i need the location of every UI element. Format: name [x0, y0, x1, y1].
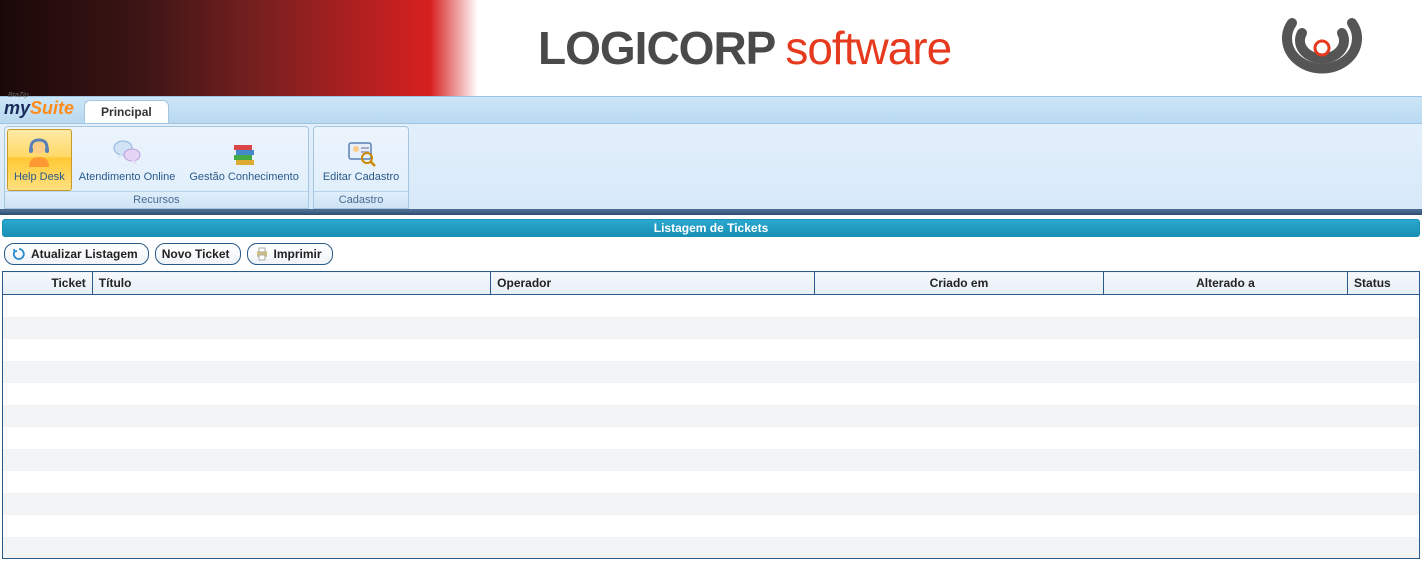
col-header-titulo[interactable]: Título: [92, 272, 490, 295]
id-card-search-icon: [345, 137, 377, 169]
ribbon-group-recursos: Help Desk Atendimento Online Ges: [4, 126, 309, 209]
table-row[interactable]: [3, 493, 1420, 515]
ribbon-separator: [0, 211, 1422, 215]
atualizar-listagem-button[interactable]: Atualizar Listagem: [4, 243, 149, 265]
editar-cadastro-button[interactable]: Editar Cadastro: [316, 129, 406, 191]
books-icon: [228, 137, 260, 169]
gestao-conhecimento-button[interactable]: Gestão Conhecimento: [182, 129, 305, 191]
atendimento-online-button[interactable]: Atendimento Online: [72, 129, 183, 191]
table-row[interactable]: [3, 339, 1420, 361]
refresh-icon: [11, 246, 27, 262]
col-header-status[interactable]: Status: [1348, 272, 1420, 295]
imprimir-button[interactable]: Imprimir: [247, 243, 333, 265]
table-header-row: Ticket Título Operador Criado em Alterad…: [3, 272, 1420, 295]
table-row[interactable]: [3, 317, 1420, 339]
toolbar: Atualizar Listagem Novo Ticket Imprimir: [0, 241, 1422, 271]
suite-logo: BraZip mySuite: [4, 94, 74, 119]
table-row[interactable]: [3, 515, 1420, 537]
col-header-ticket[interactable]: Ticket: [3, 272, 93, 295]
col-header-criado[interactable]: Criado em: [814, 272, 1103, 295]
novo-ticket-button[interactable]: Novo Ticket: [155, 243, 241, 265]
section-title-bar: Listagem de Tickets: [2, 219, 1420, 237]
ribbon: Help Desk Atendimento Online Ges: [0, 124, 1422, 211]
banner-brand-area: LOGICORPsoftware: [478, 0, 1422, 96]
table-row[interactable]: [3, 295, 1420, 317]
headset-person-icon: [23, 137, 55, 169]
chat-bubbles-icon: [111, 137, 143, 169]
table-row[interactable]: [3, 405, 1420, 427]
app-bar: BraZip mySuite Principal: [0, 96, 1422, 124]
top-banner: LOGICORPsoftware: [0, 0, 1422, 96]
tickets-table: Ticket Título Operador Criado em Alterad…: [2, 271, 1420, 559]
banner-red-gradient: [0, 0, 478, 96]
target-logo-icon: [1252, 8, 1392, 88]
col-header-alterado[interactable]: Alterado a: [1103, 272, 1347, 295]
brand-text: LOGICORPsoftware: [538, 21, 951, 75]
table-row[interactable]: [3, 537, 1420, 559]
table-row[interactable]: [3, 383, 1420, 405]
table-row[interactable]: [3, 427, 1420, 449]
table-row[interactable]: [3, 449, 1420, 471]
ribbon-group-label-cadastro: Cadastro: [314, 191, 408, 208]
table-row[interactable]: [3, 361, 1420, 383]
table-row[interactable]: [3, 471, 1420, 493]
col-header-operador[interactable]: Operador: [491, 272, 815, 295]
ribbon-group-cadastro: Editar Cadastro Cadastro: [313, 126, 409, 209]
tab-principal[interactable]: Principal: [84, 100, 169, 123]
ribbon-group-label-recursos: Recursos: [5, 191, 308, 208]
brand-word-1: LOGICORP: [538, 22, 775, 74]
brand-word-2: software: [785, 22, 951, 74]
helpdesk-button[interactable]: Help Desk: [7, 129, 72, 191]
printer-icon: [254, 246, 270, 262]
